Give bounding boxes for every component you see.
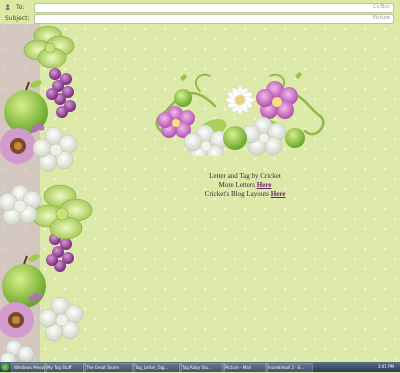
pink-flower-right bbox=[256, 81, 298, 119]
subject-label: Subject: bbox=[5, 15, 30, 22]
credit-line: Letter and Tag by Cricket bbox=[209, 172, 281, 180]
apple-center bbox=[223, 126, 247, 150]
floral-border bbox=[0, 24, 93, 362]
heart-right bbox=[295, 72, 302, 79]
green-flower-2 bbox=[31, 184, 93, 240]
to-label: To: bbox=[16, 4, 25, 11]
clock[interactable]: 3:01 PM bbox=[378, 363, 394, 371]
pink-daisy-1 bbox=[0, 128, 36, 164]
blog-layouts-link[interactable]: Here bbox=[271, 190, 286, 198]
heart-left bbox=[180, 74, 187, 81]
stationery-body[interactable]: Letter and Tag by Cricket More Letters H… bbox=[0, 24, 400, 362]
flower-cluster-decoration bbox=[155, 72, 325, 156]
white-daisy bbox=[225, 85, 255, 115]
to-row: To: Cc/Bcc bbox=[0, 2, 400, 13]
pink-flower-left bbox=[157, 106, 195, 138]
letter-text: Letter and Tag by Cricket More Letters H… bbox=[180, 172, 310, 199]
blog-layouts-line: Cricket's Blog Layouts Here bbox=[204, 190, 286, 198]
white-flower-center-right bbox=[241, 116, 287, 156]
cc-bcc-dropdown[interactable]: Cc/Bcc bbox=[373, 4, 390, 10]
taskbar: Windows Messe... My Tag Stuff The Great … bbox=[0, 362, 400, 373]
subject-row: Subject: Picture bbox=[0, 13, 400, 24]
more-letters-link[interactable]: Here bbox=[257, 181, 272, 189]
person-icon[interactable] bbox=[5, 3, 14, 11]
start-button[interactable] bbox=[1, 363, 9, 371]
subject-dropdown[interactable]: Picture bbox=[373, 15, 390, 21]
more-letters-line: More Letters Here bbox=[218, 181, 272, 189]
apple-right bbox=[285, 128, 305, 148]
to-field[interactable]: Cc/Bcc bbox=[34, 3, 394, 13]
white-flower-3 bbox=[38, 296, 84, 342]
apple-left bbox=[174, 89, 192, 107]
grape-cluster-top bbox=[46, 68, 76, 118]
subject-field[interactable]: Picture bbox=[34, 14, 394, 24]
